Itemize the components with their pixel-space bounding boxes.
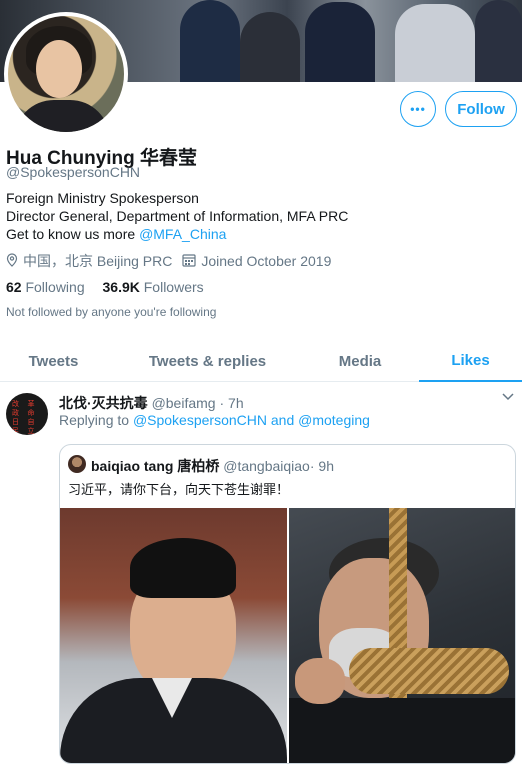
tweet-author-avatar[interactable]: 改 革 政 命 日 自 民 立 — [6, 393, 48, 435]
quote-image-left[interactable] — [60, 508, 287, 763]
profile-bio: Foreign Ministry Spokesperson Director G… — [6, 189, 348, 243]
quote-header: baiqiao tang 唐柏桥 @tangbaiqiao· 9h — [91, 456, 334, 476]
bio-line: Get to know us more @MFA_China — [6, 225, 348, 243]
tab-tweets-replies[interactable]: Tweets & replies — [130, 340, 285, 382]
more-options-button[interactable]: ••• — [400, 91, 436, 127]
profile-stats: 62 Following 36.9K Followers — [6, 279, 204, 295]
quote-time: · 9h — [309, 458, 334, 474]
quote-image-right[interactable] — [289, 508, 515, 763]
quote-author-handle: @tangbaiqiao — [223, 458, 310, 474]
follow-button[interactable]: Follow — [445, 91, 517, 127]
profile-tabs: Tweets Tweets & replies Media Likes — [0, 340, 522, 382]
followers-label: Followers — [143, 279, 204, 295]
bio-text: Get to know us more — [6, 226, 140, 242]
followers-count: 36.9K — [102, 279, 140, 295]
avatar-glyph: 改 — [12, 400, 19, 408]
bio-line: Director General, Department of Informat… — [6, 208, 349, 224]
tweet-replying-to: Replying to @SpokespersonCHN and @motegi… — [59, 412, 370, 428]
mfa-china-link[interactable]: @MFA_China — [139, 226, 226, 242]
location-pin-icon — [6, 252, 18, 270]
tweet-header: 北伐·灭共抗毒 @beifamg · 7h — [59, 393, 244, 413]
profile-joined-date: Joined October 2019 — [201, 253, 332, 269]
tweet-time[interactable]: · 7h — [219, 395, 243, 411]
avatar-glyph: 命 — [27, 409, 35, 417]
avatar-glyph: 立 — [27, 427, 35, 435]
replying-prefix: Replying to — [59, 412, 133, 428]
tab-likes[interactable]: Likes — [419, 340, 522, 382]
quoted-tweet[interactable]: baiqiao tang 唐柏桥 @tangbaiqiao· 9h 习近平，请你… — [59, 444, 516, 764]
followers-stat[interactable]: 36.9K Followers — [103, 279, 204, 295]
profile-meta: 中国，北京 Beijing PRC Joined October 2019 — [6, 251, 331, 271]
quote-text: 习近平，请你下台，向天下苍生谢罪！ — [68, 483, 290, 498]
calendar-icon — [182, 253, 196, 270]
avatar-glyph: 日 — [12, 418, 19, 426]
not-followed-notice: Not followed by anyone you're following — [6, 305, 217, 319]
profile-location: 中国，北京 Beijing PRC — [23, 253, 173, 269]
avatar-glyph: 自 — [27, 418, 35, 426]
bio-line: Foreign Ministry Spokesperson — [6, 190, 199, 206]
tweet-author-handle[interactable]: @beifamg — [152, 395, 216, 411]
tab-tweets[interactable]: Tweets — [0, 340, 107, 382]
profile-handle: @SpokespersonCHN — [6, 164, 141, 180]
quote-author-avatar — [68, 455, 86, 473]
replying-to-links[interactable]: @SpokespersonCHN and @moteging — [133, 412, 370, 428]
quote-author-name: baiqiao tang 唐柏桥 — [91, 458, 220, 474]
profile-avatar[interactable] — [4, 12, 128, 136]
tweet-author-name[interactable]: 北伐·灭共抗毒 — [59, 395, 148, 411]
avatar-glyph: 政 — [12, 409, 19, 417]
following-count: 62 — [6, 279, 22, 295]
following-stat[interactable]: 62 Following — [6, 279, 85, 295]
tab-media[interactable]: Media — [315, 340, 405, 382]
avatar-glyph: 革 — [27, 400, 35, 408]
chevron-down-icon[interactable] — [502, 390, 514, 404]
avatar-glyph: 民 — [12, 427, 19, 435]
following-label: Following — [25, 279, 85, 295]
